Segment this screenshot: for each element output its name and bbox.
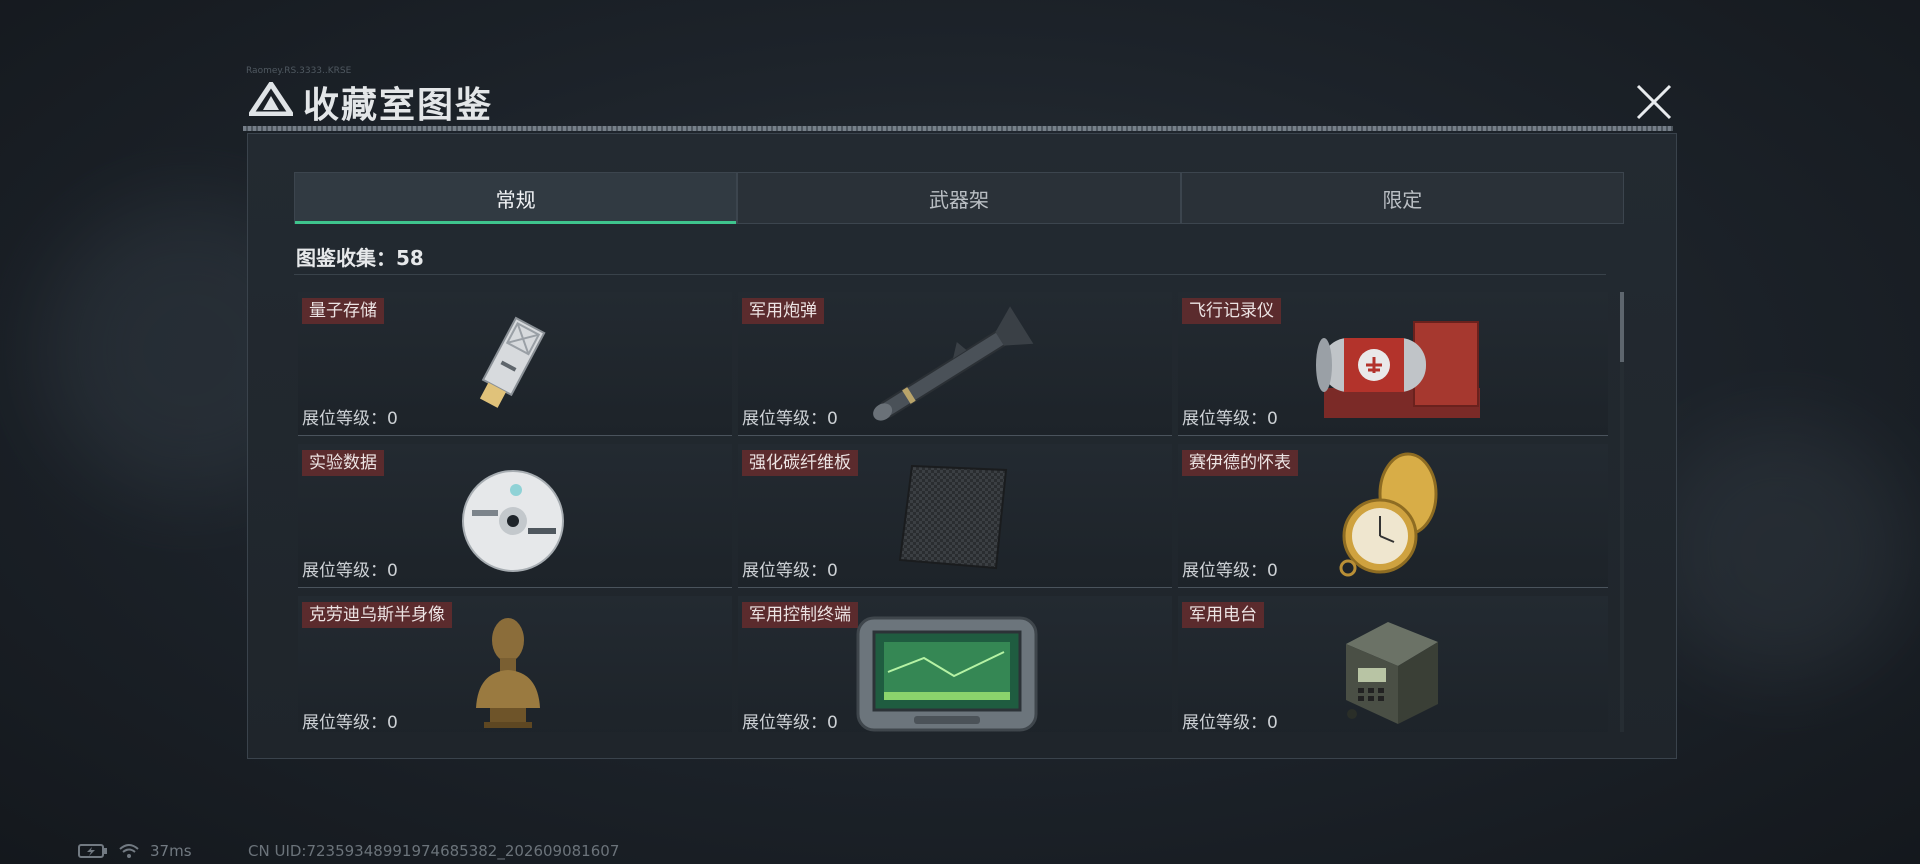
flight-recorder-icon — [1316, 321, 1480, 418]
radio-icon — [1346, 622, 1438, 724]
collection-card[interactable]: 强化碳纤维板 展位等级：0 — [738, 444, 1172, 588]
display-level: 展位等级：0 — [742, 561, 838, 581]
item-name-tag: 量子存储 — [302, 298, 384, 324]
dialog-header: 收藏室图鉴 — [243, 70, 1683, 128]
collection-card[interactable]: 赛伊德的怀表 展位等级：0 — [1178, 444, 1608, 588]
ping-text: 37ms — [150, 842, 192, 860]
user-uid: CN UID:72359348991974685382_202609081607 — [248, 842, 620, 860]
collection-card[interactable]: 军用控制终端 展位等级：0 — [738, 596, 1172, 732]
item-name-tag: 克劳迪乌斯半身像 — [302, 602, 452, 628]
item-name-tag: 赛伊德的怀表 — [1182, 450, 1298, 476]
battery-icon — [78, 844, 107, 858]
missile-icon — [873, 306, 1034, 421]
collection-card[interactable]: 飞行记录仪 展位等级：0 — [1178, 292, 1608, 436]
collection-card[interactable]: 实验数据 展位等级：0 — [298, 444, 732, 588]
display-level: 展位等级：0 — [302, 409, 398, 429]
disc-icon — [462, 470, 564, 572]
bust-icon — [476, 618, 540, 728]
carbon-plate-icon — [898, 464, 1008, 570]
triangle-logo-icon — [249, 82, 293, 116]
tab-limited[interactable]: 限定 — [1180, 172, 1624, 224]
item-name-tag: 飞行记录仪 — [1182, 298, 1281, 324]
item-name-tag: 军用控制终端 — [742, 602, 858, 628]
display-level: 展位等级：0 — [302, 561, 398, 581]
display-level: 展位等级：0 — [742, 713, 838, 732]
display-level: 展位等级：0 — [742, 409, 838, 429]
tab-regular[interactable]: 常规 — [294, 172, 738, 224]
collection-card[interactable]: 军用炮弹 展位等级：0 — [738, 292, 1172, 436]
status-bar: 37ms — [78, 842, 192, 860]
item-name-tag: 军用炮弹 — [742, 298, 824, 324]
collection-count: 图鉴收集：58 — [296, 246, 424, 270]
display-level: 展位等级：0 — [302, 713, 398, 732]
item-name-tag: 强化碳纤维板 — [742, 450, 858, 476]
collection-card[interactable]: 量子存储 展位等级：0 — [298, 292, 732, 436]
collection-divider — [294, 274, 1606, 275]
tab-weapon-rack[interactable]: 武器架 — [737, 172, 1181, 224]
collection-card[interactable]: 克劳迪乌斯半身像 展位等级：0 — [298, 596, 732, 732]
item-name-tag: 军用电台 — [1182, 602, 1264, 628]
grid-scrollbar[interactable] — [1620, 292, 1624, 732]
wifi-icon — [119, 844, 139, 858]
scroll-thumb[interactable] — [1620, 292, 1624, 362]
usb-drive-icon — [479, 316, 546, 408]
display-level: 展位等级：0 — [1182, 409, 1278, 429]
header-divider — [243, 126, 1673, 131]
tab-bar: 常规 武器架 限定 — [294, 172, 1624, 224]
close-icon — [1636, 84, 1672, 120]
dialog-title: 收藏室图鉴 — [303, 85, 494, 126]
control-terminal-icon — [856, 616, 1038, 732]
display-level: 展位等级：0 — [1182, 713, 1278, 732]
collection-grid: 量子存储 展位等级：0 军用炮弹 展位等级：0 飞行记录仪 展位等级：0 实验数… — [298, 292, 1608, 732]
pocket-watch-icon — [1339, 452, 1438, 577]
display-level: 展位等级：0 — [1182, 561, 1278, 581]
item-name-tag: 实验数据 — [302, 450, 384, 476]
close-button[interactable] — [1626, 74, 1682, 130]
collection-card[interactable]: 军用电台 展位等级：0 — [1178, 596, 1608, 732]
background-blur — [1650, 420, 1910, 680]
